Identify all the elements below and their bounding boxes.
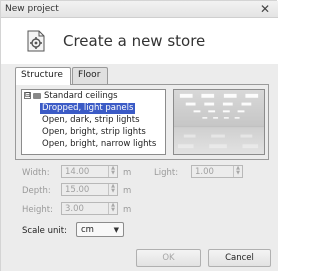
width-stepper[interactable]: ▲ ▼: [108, 166, 117, 177]
new-project-dialog: New project ✕ Create a new store Structu…: [0, 0, 278, 271]
collapse-icon[interactable]: ⊟: [24, 92, 31, 99]
store-settings-icon: [27, 30, 45, 52]
tree-item[interactable]: Open, bright, narrow lights: [40, 139, 158, 150]
light-label: Light:: [154, 168, 179, 178]
spin-down-icon[interactable]: ▼: [109, 208, 117, 213]
tree-item[interactable]: Dropped, light panels: [40, 103, 136, 114]
title-bar: New project ✕: [1, 1, 278, 18]
depth-label: Depth:: [22, 186, 51, 196]
depth-unit: m: [123, 186, 132, 196]
spin-down-icon[interactable]: ▼: [109, 189, 117, 194]
depth-value: 15.00: [65, 185, 90, 195]
tree-root-label: Standard ceilings: [44, 91, 118, 101]
height-field[interactable]: 3.00 ▲ ▼: [61, 202, 118, 215]
tab-structure[interactable]: Structure: [15, 67, 71, 85]
width-value: 14.00: [65, 167, 90, 177]
scale-unit-value: cm: [81, 225, 94, 235]
tree-item[interactable]: Open, dark, strip lights: [40, 115, 142, 126]
light-field[interactable]: 1.00 ▲ ▼: [191, 165, 243, 178]
close-icon[interactable]: ✕: [258, 2, 272, 16]
cancel-button[interactable]: Cancel: [208, 249, 271, 267]
depth-stepper[interactable]: ▲ ▼: [108, 184, 117, 195]
height-value: 3.00: [65, 204, 84, 214]
depth-field[interactable]: 15.00 ▲ ▼: [61, 183, 118, 196]
scale-unit-select[interactable]: cm ▼: [76, 222, 124, 237]
tree-root-standard-ceilings[interactable]: ⊟ Standard ceilings: [24, 91, 118, 102]
ceiling-tree[interactable]: ⊟ Standard ceilings Dropped, light panels…: [21, 89, 166, 155]
ok-button[interactable]: OK: [136, 249, 201, 267]
ceiling-preview-image: [173, 89, 265, 155]
scale-unit-label: Scale unit:: [22, 226, 67, 236]
dialog-heading: Create a new store: [63, 32, 206, 50]
width-unit: m: [123, 168, 132, 178]
dialog-header: Create a new store: [1, 18, 278, 64]
width-label: Width:: [22, 168, 50, 178]
tree-item[interactable]: Open, bright, strip lights: [40, 127, 148, 138]
spin-down-icon[interactable]: ▼: [109, 171, 117, 176]
light-stepper[interactable]: ▲ ▼: [233, 166, 242, 177]
height-label: Height:: [22, 205, 53, 215]
light-value: 1.00: [195, 167, 214, 177]
height-stepper[interactable]: ▲ ▼: [108, 203, 117, 214]
spin-down-icon[interactable]: ▼: [234, 171, 242, 176]
tab-floor[interactable]: Floor: [72, 67, 108, 84]
folder-icon: [33, 92, 41, 99]
height-unit: m: [123, 205, 132, 215]
window-title: New project: [5, 4, 59, 14]
width-field[interactable]: 14.00 ▲ ▼: [61, 165, 118, 178]
chevron-down-icon[interactable]: ▼: [114, 226, 119, 234]
